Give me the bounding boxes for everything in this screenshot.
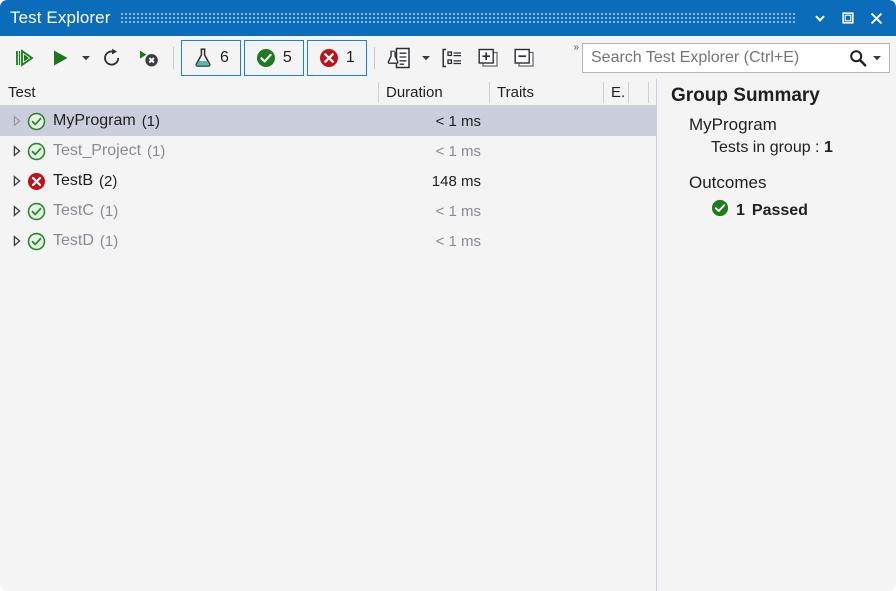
- column-divider[interactable]: [378, 82, 379, 103]
- toolbar-overflow-button[interactable]: »: [573, 42, 578, 53]
- check-circle-icon: [26, 111, 46, 131]
- chevron-down-icon[interactable]: [806, 3, 834, 33]
- test-list-row[interactable]: TestB (2) 148 ms: [0, 166, 656, 196]
- tests-in-group-value: 1: [824, 139, 833, 156]
- column-header-row: Test Duration Traits E.: [0, 79, 656, 106]
- test-list-row[interactable]: TestC (1) < 1 ms: [0, 196, 656, 226]
- flask-icon: [193, 47, 213, 68]
- test-count: (1): [147, 143, 165, 160]
- test-duration: 148 ms: [378, 173, 481, 190]
- error-circle-icon: [26, 171, 46, 191]
- test-list-row[interactable]: TestD (1) < 1 ms: [0, 226, 656, 256]
- filter-group: 6 5 1: [181, 40, 367, 76]
- test-count: (1): [100, 203, 118, 220]
- test-name: TestD: [53, 232, 94, 250]
- column-divider[interactable]: [648, 82, 649, 103]
- search-box[interactable]: [582, 43, 890, 73]
- title-bar: Test Explorer: [0, 0, 896, 36]
- row-expander-icon[interactable]: [8, 205, 26, 217]
- close-icon[interactable]: [862, 3, 890, 33]
- check-circle-icon: [26, 141, 46, 161]
- filter-failed-count: 1: [346, 49, 355, 67]
- test-duration: < 1 ms: [378, 143, 481, 160]
- filter-failed-tests[interactable]: 1: [307, 40, 367, 76]
- maximize-icon[interactable]: [834, 3, 862, 33]
- test-name: MyProgram: [53, 112, 136, 130]
- run-button[interactable]: [42, 41, 78, 75]
- test-count: (1): [100, 233, 118, 250]
- toolbar: 6 5 1: [0, 36, 896, 80]
- column-divider[interactable]: [489, 82, 490, 103]
- tests-in-group: Tests in group : 1: [711, 139, 896, 157]
- test-duration: < 1 ms: [378, 203, 481, 220]
- error-circle-icon: [319, 48, 339, 68]
- test-name: TestB: [53, 172, 93, 190]
- test-settings-dropdown-arrow-icon[interactable]: [418, 41, 434, 75]
- tests-in-group-label: Tests in group :: [711, 139, 820, 156]
- column-header-duration[interactable]: Duration: [386, 79, 486, 105]
- repeat-last-run-button[interactable]: [94, 41, 130, 75]
- check-circle-icon: [711, 199, 729, 222]
- row-expander-icon[interactable]: [8, 145, 26, 157]
- window-title: Test Explorer: [10, 8, 111, 28]
- group-summary-group-name: MyProgram: [689, 115, 896, 135]
- group-summary-title: Group Summary: [671, 85, 896, 107]
- run-dropdown-arrow-icon[interactable]: [78, 41, 94, 75]
- test-settings-button[interactable]: [382, 41, 418, 75]
- test-count: (2): [99, 173, 117, 190]
- test-list-row[interactable]: Test_Project (1) < 1 ms: [0, 136, 656, 166]
- column-divider[interactable]: [603, 82, 604, 103]
- test-duration: < 1 ms: [378, 113, 481, 130]
- search-icon[interactable]: [846, 48, 872, 68]
- test-count: (1): [142, 113, 160, 130]
- run-all-tests-button[interactable]: [6, 41, 42, 75]
- window-controls: [806, 3, 890, 33]
- test-list: MyProgram(1)< 1 msTest_Project(1)< 1 msT…: [0, 106, 656, 584]
- test-name: TestC: [53, 202, 94, 220]
- row-expander-icon[interactable]: [8, 115, 26, 127]
- test-name: Test_Project: [53, 142, 141, 160]
- filter-total-count: 6: [220, 49, 229, 67]
- test-explorer-window: Test Explorer: [0, 0, 896, 591]
- cancel-test-run-button[interactable]: [130, 41, 166, 75]
- title-drag-handle[interactable]: [121, 12, 796, 24]
- filter-total-tests[interactable]: 6: [181, 40, 241, 76]
- check-circle-icon: [26, 231, 46, 251]
- row-expander-icon[interactable]: [8, 235, 26, 247]
- test-duration: < 1 ms: [378, 233, 481, 250]
- column-header-traits[interactable]: Traits: [497, 79, 597, 105]
- outcome-passed-row: 1 Passed: [711, 199, 896, 222]
- check-circle-icon: [256, 48, 276, 68]
- column-divider[interactable]: [628, 82, 629, 103]
- outcomes-label: Outcomes: [689, 173, 896, 193]
- toolbar-separator-2: [374, 47, 375, 69]
- row-expander-icon[interactable]: [8, 175, 26, 187]
- filter-passed-tests[interactable]: 5: [244, 40, 304, 76]
- filter-passed-count: 5: [283, 49, 292, 67]
- expand-all-button[interactable]: [470, 41, 506, 75]
- search-dropdown-arrow-icon[interactable]: [872, 54, 889, 62]
- check-circle-icon: [26, 201, 46, 221]
- outcome-text: Passed: [752, 202, 808, 220]
- test-list-row[interactable]: MyProgram (1) < 1 ms: [0, 106, 656, 136]
- collapse-all-button[interactable]: [506, 41, 542, 75]
- search-input[interactable]: [583, 48, 846, 68]
- toolbar-separator: [173, 47, 174, 69]
- column-header-test[interactable]: Test: [8, 79, 378, 105]
- group-summary-pane: Group Summary MyProgram Tests in group :…: [661, 79, 896, 591]
- group-by-button[interactable]: [434, 41, 470, 75]
- outcome-count: 1: [736, 202, 745, 220]
